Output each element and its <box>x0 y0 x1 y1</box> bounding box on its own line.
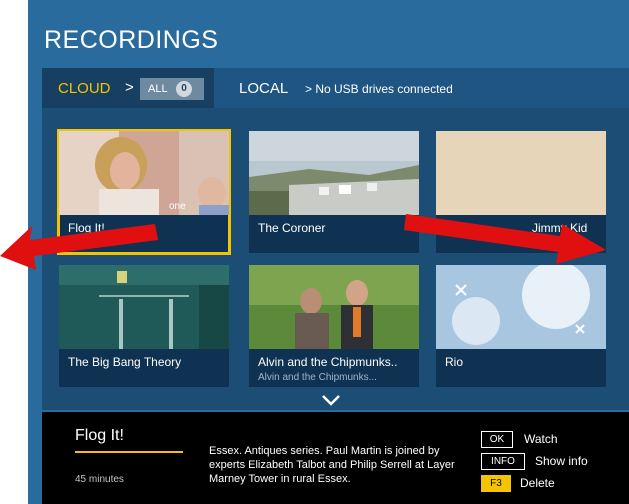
recording-card[interactable]: one Flog It! <box>57 129 231 255</box>
usb-status-text: > No USB drives connected <box>305 82 453 96</box>
woman-with-child-thumbnail <box>59 131 229 215</box>
tab-cloud-label: CLOUD <box>58 80 111 97</box>
ok-key[interactable]: OK <box>481 431 513 448</box>
coastal-town-thumbnail <box>249 131 419 215</box>
program-duration: 45 minutes <box>75 474 124 485</box>
watch-action[interactable]: Watch <box>524 432 558 446</box>
recording-title: Alvin and the Chipmunks.. <box>258 355 398 369</box>
recording-card[interactable]: Rio <box>436 265 606 387</box>
channel-logo: one <box>169 201 186 212</box>
chevron-right-icon: > <box>125 79 134 96</box>
program-info-bar: Flog It! 45 minutes Essex. Antiques seri… <box>42 412 629 504</box>
page-title: RECORDINGS <box>44 26 219 54</box>
beige-blank-thumbnail <box>436 131 606 215</box>
tab-bar: CLOUD > ALL 0 LOCAL > No USB drives conn… <box>42 68 629 108</box>
recording-title: Jimmy Kid <box>532 221 588 235</box>
tab-local[interactable]: LOCAL <box>239 80 288 97</box>
recording-title: The Big Bang Theory <box>68 355 182 369</box>
program-title: Flog It! <box>75 427 124 444</box>
delete-action[interactable]: Delete <box>520 476 555 490</box>
recordings-grid: one Flog It! The Coroner Jimmy Kid The B… <box>42 108 629 410</box>
recording-card[interactable]: Alvin and the Chipmunks.. Alvin and the … <box>249 265 419 387</box>
recording-title: Flog It! <box>68 221 105 235</box>
info-key[interactable]: INFO <box>481 453 525 470</box>
f3-key[interactable]: F3 <box>481 475 511 492</box>
teal-hallway-thumbnail <box>59 265 229 349</box>
recording-subtitle: Alvin and the Chipmunks... <box>258 372 377 383</box>
filter-all-label: ALL <box>148 83 168 95</box>
recording-card[interactable]: The Big Bang Theory <box>59 265 229 387</box>
program-description: Essex. Antiques series. Paul Martin is j… <box>209 445 455 485</box>
recording-card[interactable]: Jimmy Kid <box>436 131 606 253</box>
recording-title: The Coroner <box>258 221 326 235</box>
recording-card[interactable]: The Coroner <box>249 131 419 253</box>
recording-count-badge: 0 <box>176 81 192 97</box>
show-info-action[interactable]: Show info <box>535 454 588 468</box>
recording-title: Rio <box>445 355 464 369</box>
snowy-bird-thumbnail <box>436 265 606 349</box>
title-underline <box>75 451 183 453</box>
chevron-down-icon[interactable] <box>321 393 341 407</box>
tab-cloud[interactable]: CLOUD > ALL 0 <box>42 68 214 108</box>
garden-couple-thumbnail <box>249 265 419 349</box>
filter-all-button[interactable]: ALL 0 <box>140 78 204 100</box>
